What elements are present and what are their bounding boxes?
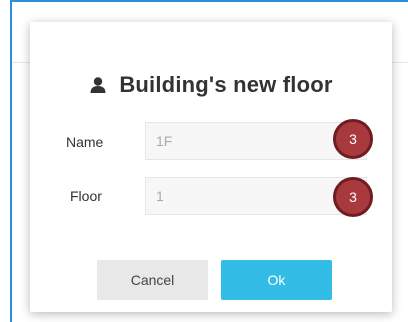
name-count-badge: 3: [333, 119, 373, 159]
name-badge-value: 3: [349, 131, 357, 147]
name-label: Name: [66, 134, 104, 150]
name-field-value: 1F: [156, 133, 173, 149]
floor-field-value: 1: [156, 188, 164, 204]
cancel-button[interactable]: Cancel: [97, 260, 208, 300]
new-floor-dialog: Building's new floor Name 1F 3 Floor 1 3…: [30, 22, 392, 312]
ok-button[interactable]: Ok: [221, 260, 332, 300]
dialog-title: Building's new floor: [30, 72, 392, 98]
floor-label: Floor: [70, 188, 102, 204]
floor-count-badge: 3: [333, 177, 373, 217]
floor-badge-value: 3: [349, 189, 357, 205]
dialog-title-text: Building's new floor: [119, 72, 333, 97]
user-icon: [90, 77, 106, 93]
